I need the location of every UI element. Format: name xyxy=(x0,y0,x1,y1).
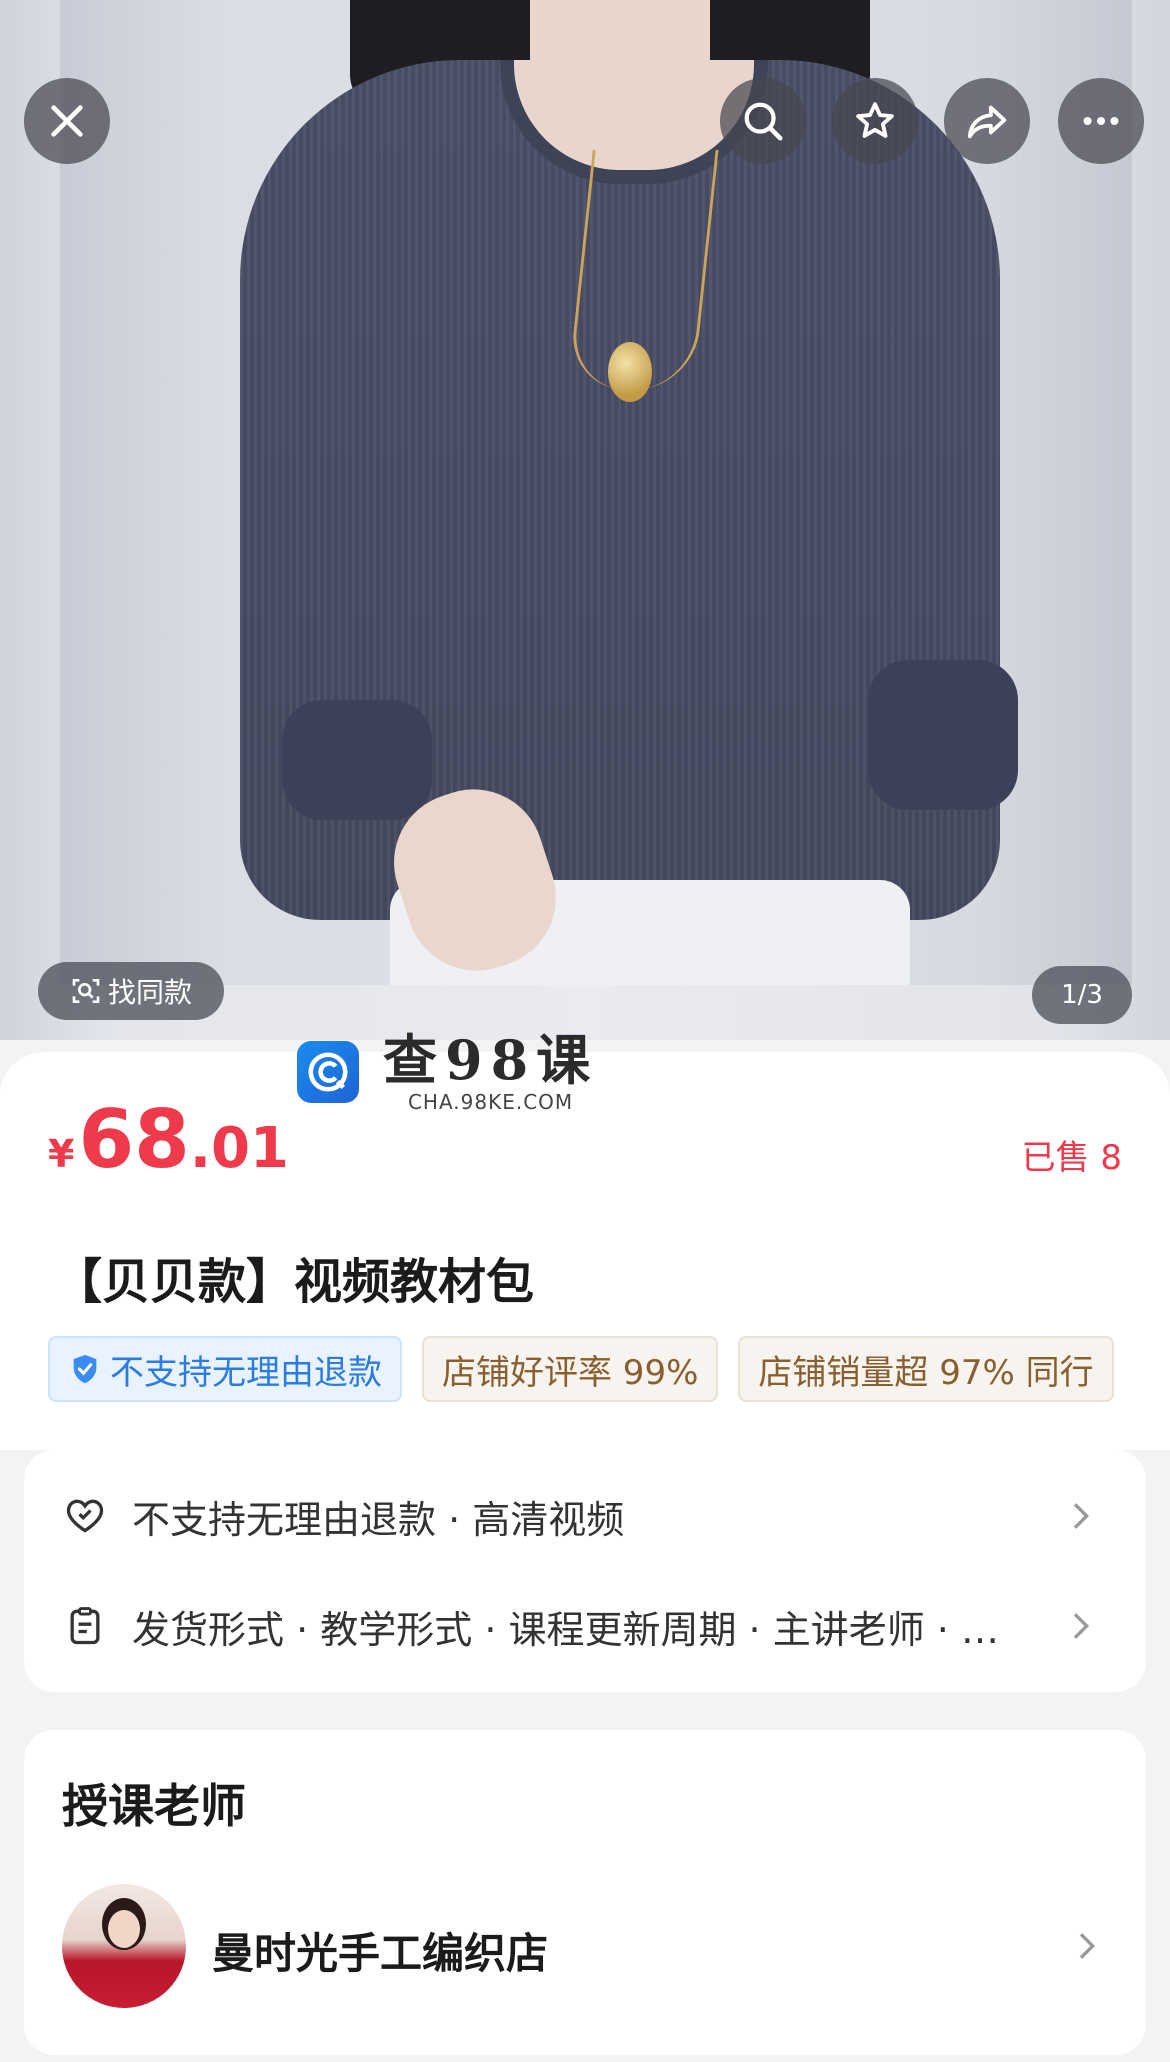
product-title: 【贝贝款】视频教材包 xyxy=(54,1254,535,1310)
search-button[interactable] xyxy=(720,78,806,164)
close-button[interactable] xyxy=(24,78,110,164)
chevron-right-icon[interactable] xyxy=(1066,1926,1106,1966)
heart-shield-icon xyxy=(60,1491,110,1541)
avatar[interactable] xyxy=(62,1884,186,2008)
service-row[interactable]: 不支持无理由退款 · 高清视频 xyxy=(60,1484,1120,1548)
teacher-card: 授课老师 曼时光手工编织店 xyxy=(24,1730,1146,2055)
watermark: 查98课 CHA.98KE.COM xyxy=(297,1030,598,1114)
more-button[interactable] xyxy=(1058,78,1144,164)
tag-no-refund-label: 不支持无理由退款 xyxy=(110,1352,382,1393)
tag-row[interactable]: 不支持无理由退款 店铺好评率 99% 店铺销量超 97% 同行 xyxy=(48,1336,1122,1402)
share-button[interactable] xyxy=(944,78,1030,164)
search-icon xyxy=(744,102,783,141)
sold-count: 已售 8 xyxy=(1021,1138,1122,1178)
price-currency: ¥ xyxy=(48,1132,75,1176)
service-info-card: 不支持无理由退款 · 高清视频 发货形式 · 教学形式 · 课程更新周期 · 主… xyxy=(24,1450,1146,1692)
params-row-text: 发货形式 · 教学形式 · 课程更新周期 · 主讲老师 · … xyxy=(132,1607,999,1652)
teacher-heading: 授课老师 xyxy=(62,1779,246,1833)
watermark-logo-icon xyxy=(297,1041,359,1103)
find-same-label: 找同款 xyxy=(107,976,192,1009)
price: ¥ 68 .01 xyxy=(48,1093,289,1186)
clipboard-icon xyxy=(60,1601,110,1651)
scan-icon xyxy=(72,979,100,1003)
tag-sales[interactable]: 店铺销量超 97% 同行 xyxy=(738,1336,1114,1402)
chevron-right-icon xyxy=(1073,1613,1090,1639)
close-icon xyxy=(51,105,83,137)
price-decimal: .01 xyxy=(189,1116,289,1181)
photo-right-cuff xyxy=(868,660,1018,810)
price-integer: 68 xyxy=(78,1093,190,1186)
service-row-text: 不支持无理由退款 · 高清视频 xyxy=(132,1497,625,1542)
image-counter: 1/3 xyxy=(1032,966,1132,1024)
photo-pendant xyxy=(608,342,652,402)
watermark-cn: 查98课 xyxy=(383,1028,599,1092)
more-icon xyxy=(1083,116,1119,126)
params-row[interactable]: 发货形式 · 教学形式 · 课程更新周期 · 主讲老师 · … xyxy=(60,1594,1120,1658)
shop-name[interactable]: 曼时光手工编织店 xyxy=(212,1920,548,1981)
watermark-en: CHA.98KE.COM xyxy=(407,1090,574,1114)
find-same-button[interactable]: 找同款 xyxy=(38,962,224,1020)
share-icon xyxy=(967,105,1007,139)
chevron-right-icon xyxy=(1073,1503,1090,1529)
tag-rating-label: 店铺好评率 99% xyxy=(442,1352,699,1393)
star-icon xyxy=(856,102,894,138)
tag-rating[interactable]: 店铺好评率 99% xyxy=(422,1336,719,1402)
favorite-button[interactable] xyxy=(832,78,918,164)
tag-no-refund[interactable]: 不支持无理由退款 xyxy=(48,1336,402,1402)
tag-sales-label: 店铺销量超 97% 同行 xyxy=(758,1352,1094,1393)
shield-check-icon xyxy=(73,1354,97,1384)
photo-left-cuff xyxy=(282,700,432,820)
